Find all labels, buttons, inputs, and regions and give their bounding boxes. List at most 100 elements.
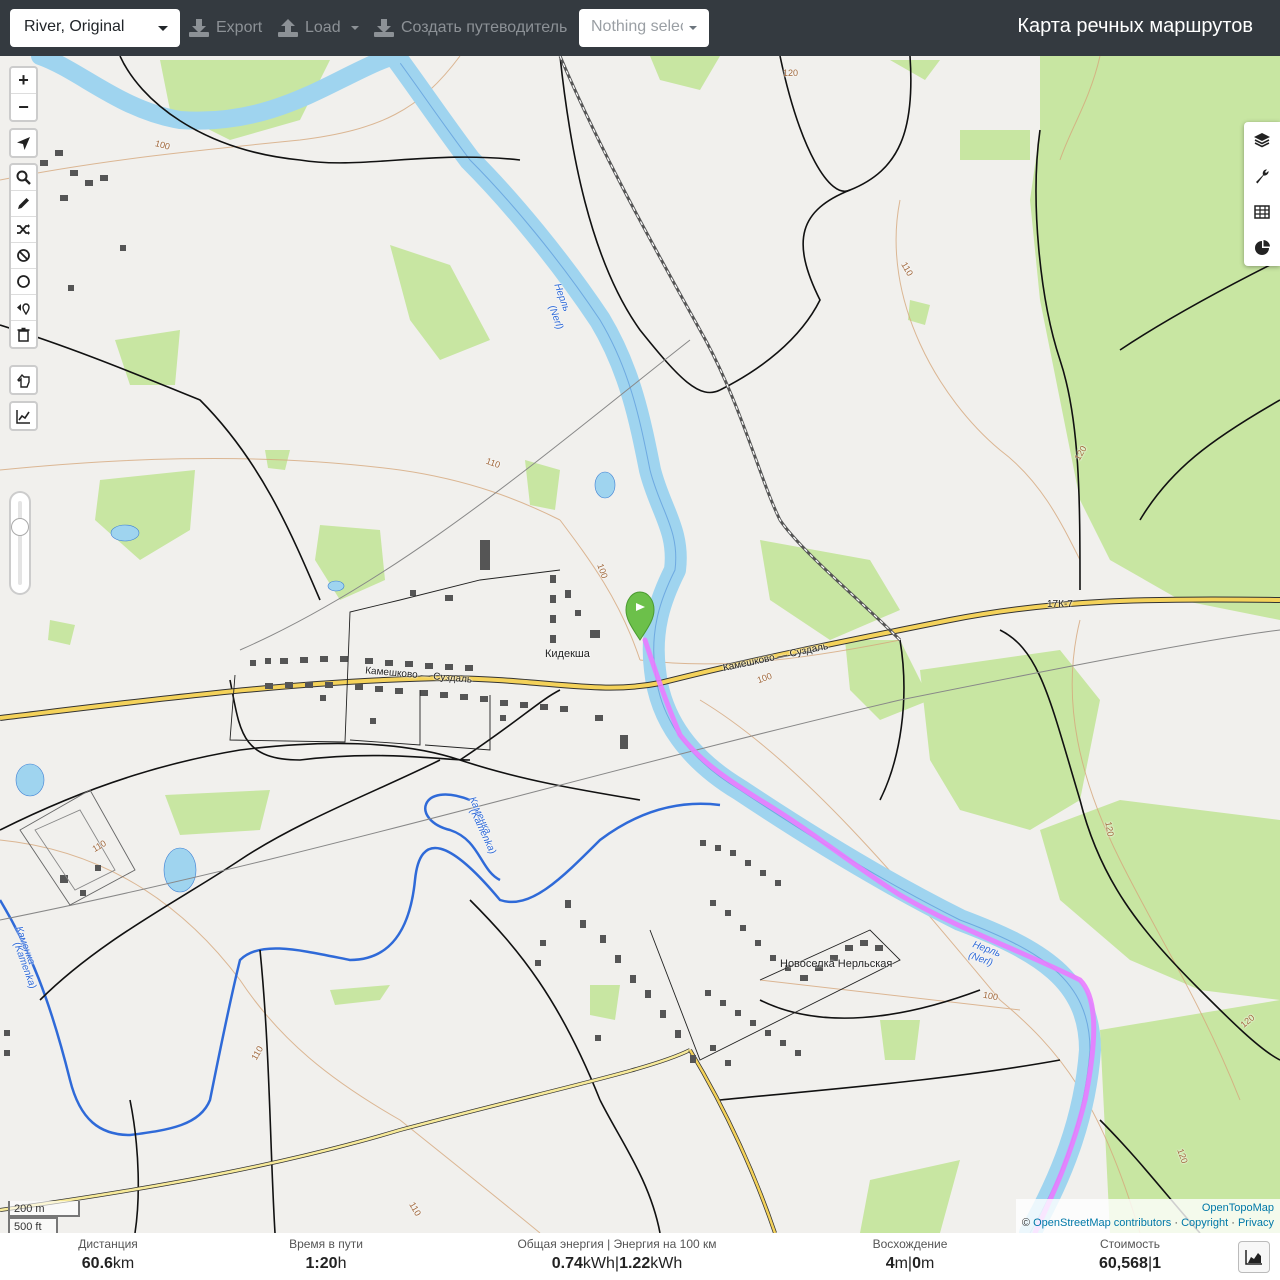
location-arrow-icon <box>17 136 30 150</box>
search-button[interactable] <box>11 165 36 191</box>
osm-link[interactable]: OpenStreetMap contributors <box>1033 1217 1171 1229</box>
label-road-17k7: 17К-7 <box>1047 599 1073 610</box>
elevation-toggle <box>9 401 38 431</box>
river-kamenka <box>0 793 721 1137</box>
shuffle-icon <box>17 224 30 235</box>
stat-time: Время в пути 1:20h <box>276 1237 376 1273</box>
elevation-profile-button[interactable] <box>1238 1241 1270 1273</box>
export-label: Export <box>216 19 263 36</box>
privacy-link[interactable]: Privacy <box>1238 1217 1274 1229</box>
zoom-out-button[interactable]: − <box>11 94 36 120</box>
map-marker-icon <box>17 303 30 315</box>
load-label: Load <box>305 19 341 36</box>
create-guide-button[interactable]: Создать путеводитель <box>373 14 567 42</box>
map-canvas[interactable]: Кидекша Новоселка Нерльская Камешково — … <box>0 56 1280 1233</box>
zoom-control: + − <box>9 66 38 122</box>
slider-handle[interactable] <box>11 518 29 536</box>
area-chart-icon <box>1245 1250 1262 1265</box>
wrench-icon <box>1256 169 1269 184</box>
caret-down-icon <box>350 26 359 30</box>
energy-total-unit: kWh <box>582 1255 615 1272</box>
scale-bar: 200 m 500 ft <box>8 1201 80 1233</box>
copyright-link[interactable]: Copyright <box>1181 1217 1228 1229</box>
search-icon <box>16 170 31 185</box>
energy-per100-value: 1.22 <box>619 1255 651 1272</box>
stat-ascent: Восхождение 4m|0m <box>850 1237 970 1273</box>
table-icon <box>1254 205 1270 219</box>
energy-label: Общая энергия | Энергия на 100 км <box>517 1237 717 1251</box>
gesture-control <box>9 365 38 395</box>
distance-unit: km <box>112 1255 135 1272</box>
stat-energy: Общая энергия | Энергия на 100 км 0.74kW… <box>502 1237 732 1273</box>
delete-route-button[interactable] <box>11 321 36 347</box>
trash-icon <box>17 327 30 342</box>
sidebar-tabs <box>1244 122 1280 266</box>
locate-button[interactable] <box>11 130 36 156</box>
ascent-label: Восхождение <box>872 1237 948 1251</box>
layers-button[interactable] <box>1244 122 1280 158</box>
cost-secondary-value: 1 <box>1152 1255 1161 1272</box>
ascent-value: 4 <box>885 1255 895 1272</box>
route-stats-bar: Дистанция 60.6km Время в пути 1:20h Обща… <box>0 1233 1280 1280</box>
draw-route-button[interactable] <box>11 191 36 217</box>
time-label: Время в пути <box>289 1237 363 1251</box>
route-select[interactable]: Nothing selected <box>579 9 709 47</box>
scale-metric: 200 m <box>8 1201 80 1217</box>
reverse-route-button[interactable] <box>11 217 36 243</box>
app-title: Карта речных маршрутов <box>1017 15 1253 37</box>
distance-value: 60.6 <box>81 1255 113 1272</box>
statistics-button[interactable] <box>1244 230 1280 266</box>
attribution-separator: · <box>1174 1217 1178 1229</box>
zoom-in-button[interactable]: + <box>11 68 36 94</box>
label-kideksha: Кидекша <box>545 648 590 660</box>
caret-down-icon <box>158 26 168 31</box>
map-tiles <box>0 56 1280 1233</box>
poi-button[interactable] <box>11 295 36 321</box>
pencil-icon <box>18 198 29 209</box>
route-select-value: Nothing selected <box>591 18 683 35</box>
chart-line-icon <box>16 409 30 424</box>
download-icon <box>374 19 394 37</box>
opentopomap-link[interactable]: OpenTopoMap <box>1202 1202 1274 1214</box>
avoid-area-button[interactable] <box>11 243 36 269</box>
copyright-symbol: © <box>1021 1217 1031 1229</box>
stat-distance: Дистанция 60.6km <box>58 1237 158 1273</box>
river-nerl <box>384 56 1101 1233</box>
export-button[interactable]: Export <box>188 14 262 42</box>
locate-control <box>9 128 38 158</box>
ban-icon <box>17 249 30 262</box>
attribution-separator: · <box>1231 1217 1235 1229</box>
scale-imperial: 500 ft <box>8 1217 58 1233</box>
descent-value: 0 <box>912 1255 921 1272</box>
profile-select[interactable]: River, Original <box>10 9 180 47</box>
table-button[interactable] <box>1244 194 1280 230</box>
energy-total-value: 0.74 <box>551 1255 583 1272</box>
caret-down-icon <box>689 26 697 30</box>
opacity-slider[interactable] <box>9 491 31 595</box>
create-guide-label: Создать путеводитель <box>401 19 568 36</box>
download-icon <box>189 19 209 37</box>
draw-toolbar <box>9 163 38 349</box>
circle-button[interactable] <box>11 269 36 295</box>
cost-value: 60,568 <box>1099 1255 1148 1272</box>
ascent-unit: m <box>894 1255 908 1272</box>
settings-button[interactable] <box>1244 158 1280 194</box>
layers-icon <box>1254 133 1270 148</box>
load-button[interactable]: Load <box>277 14 359 42</box>
contour-label: 120 <box>783 68 799 78</box>
pie-chart-icon <box>1255 240 1270 255</box>
slider-track <box>18 501 22 585</box>
attribution: OpenTopoMap © OpenStreetMap contributors… <box>1015 1199 1280 1233</box>
time-value: 1:20 <box>305 1255 338 1272</box>
hand-pointer-icon <box>17 373 30 388</box>
circle-icon <box>17 275 30 288</box>
time-unit: h <box>337 1255 347 1272</box>
pointer-button[interactable] <box>11 367 36 393</box>
top-navbar: River, Original Export Load Создать путе… <box>0 0 1280 56</box>
upload-icon <box>278 19 298 37</box>
elevation-chart-button[interactable] <box>11 403 36 429</box>
cost-label: Стоимость <box>1099 1237 1161 1251</box>
distance-label: Дистанция <box>78 1237 138 1251</box>
label-novoselka: Новоселка Нерльская <box>780 958 893 970</box>
stat-cost: Стоимость 60,568|1 <box>1080 1237 1180 1273</box>
